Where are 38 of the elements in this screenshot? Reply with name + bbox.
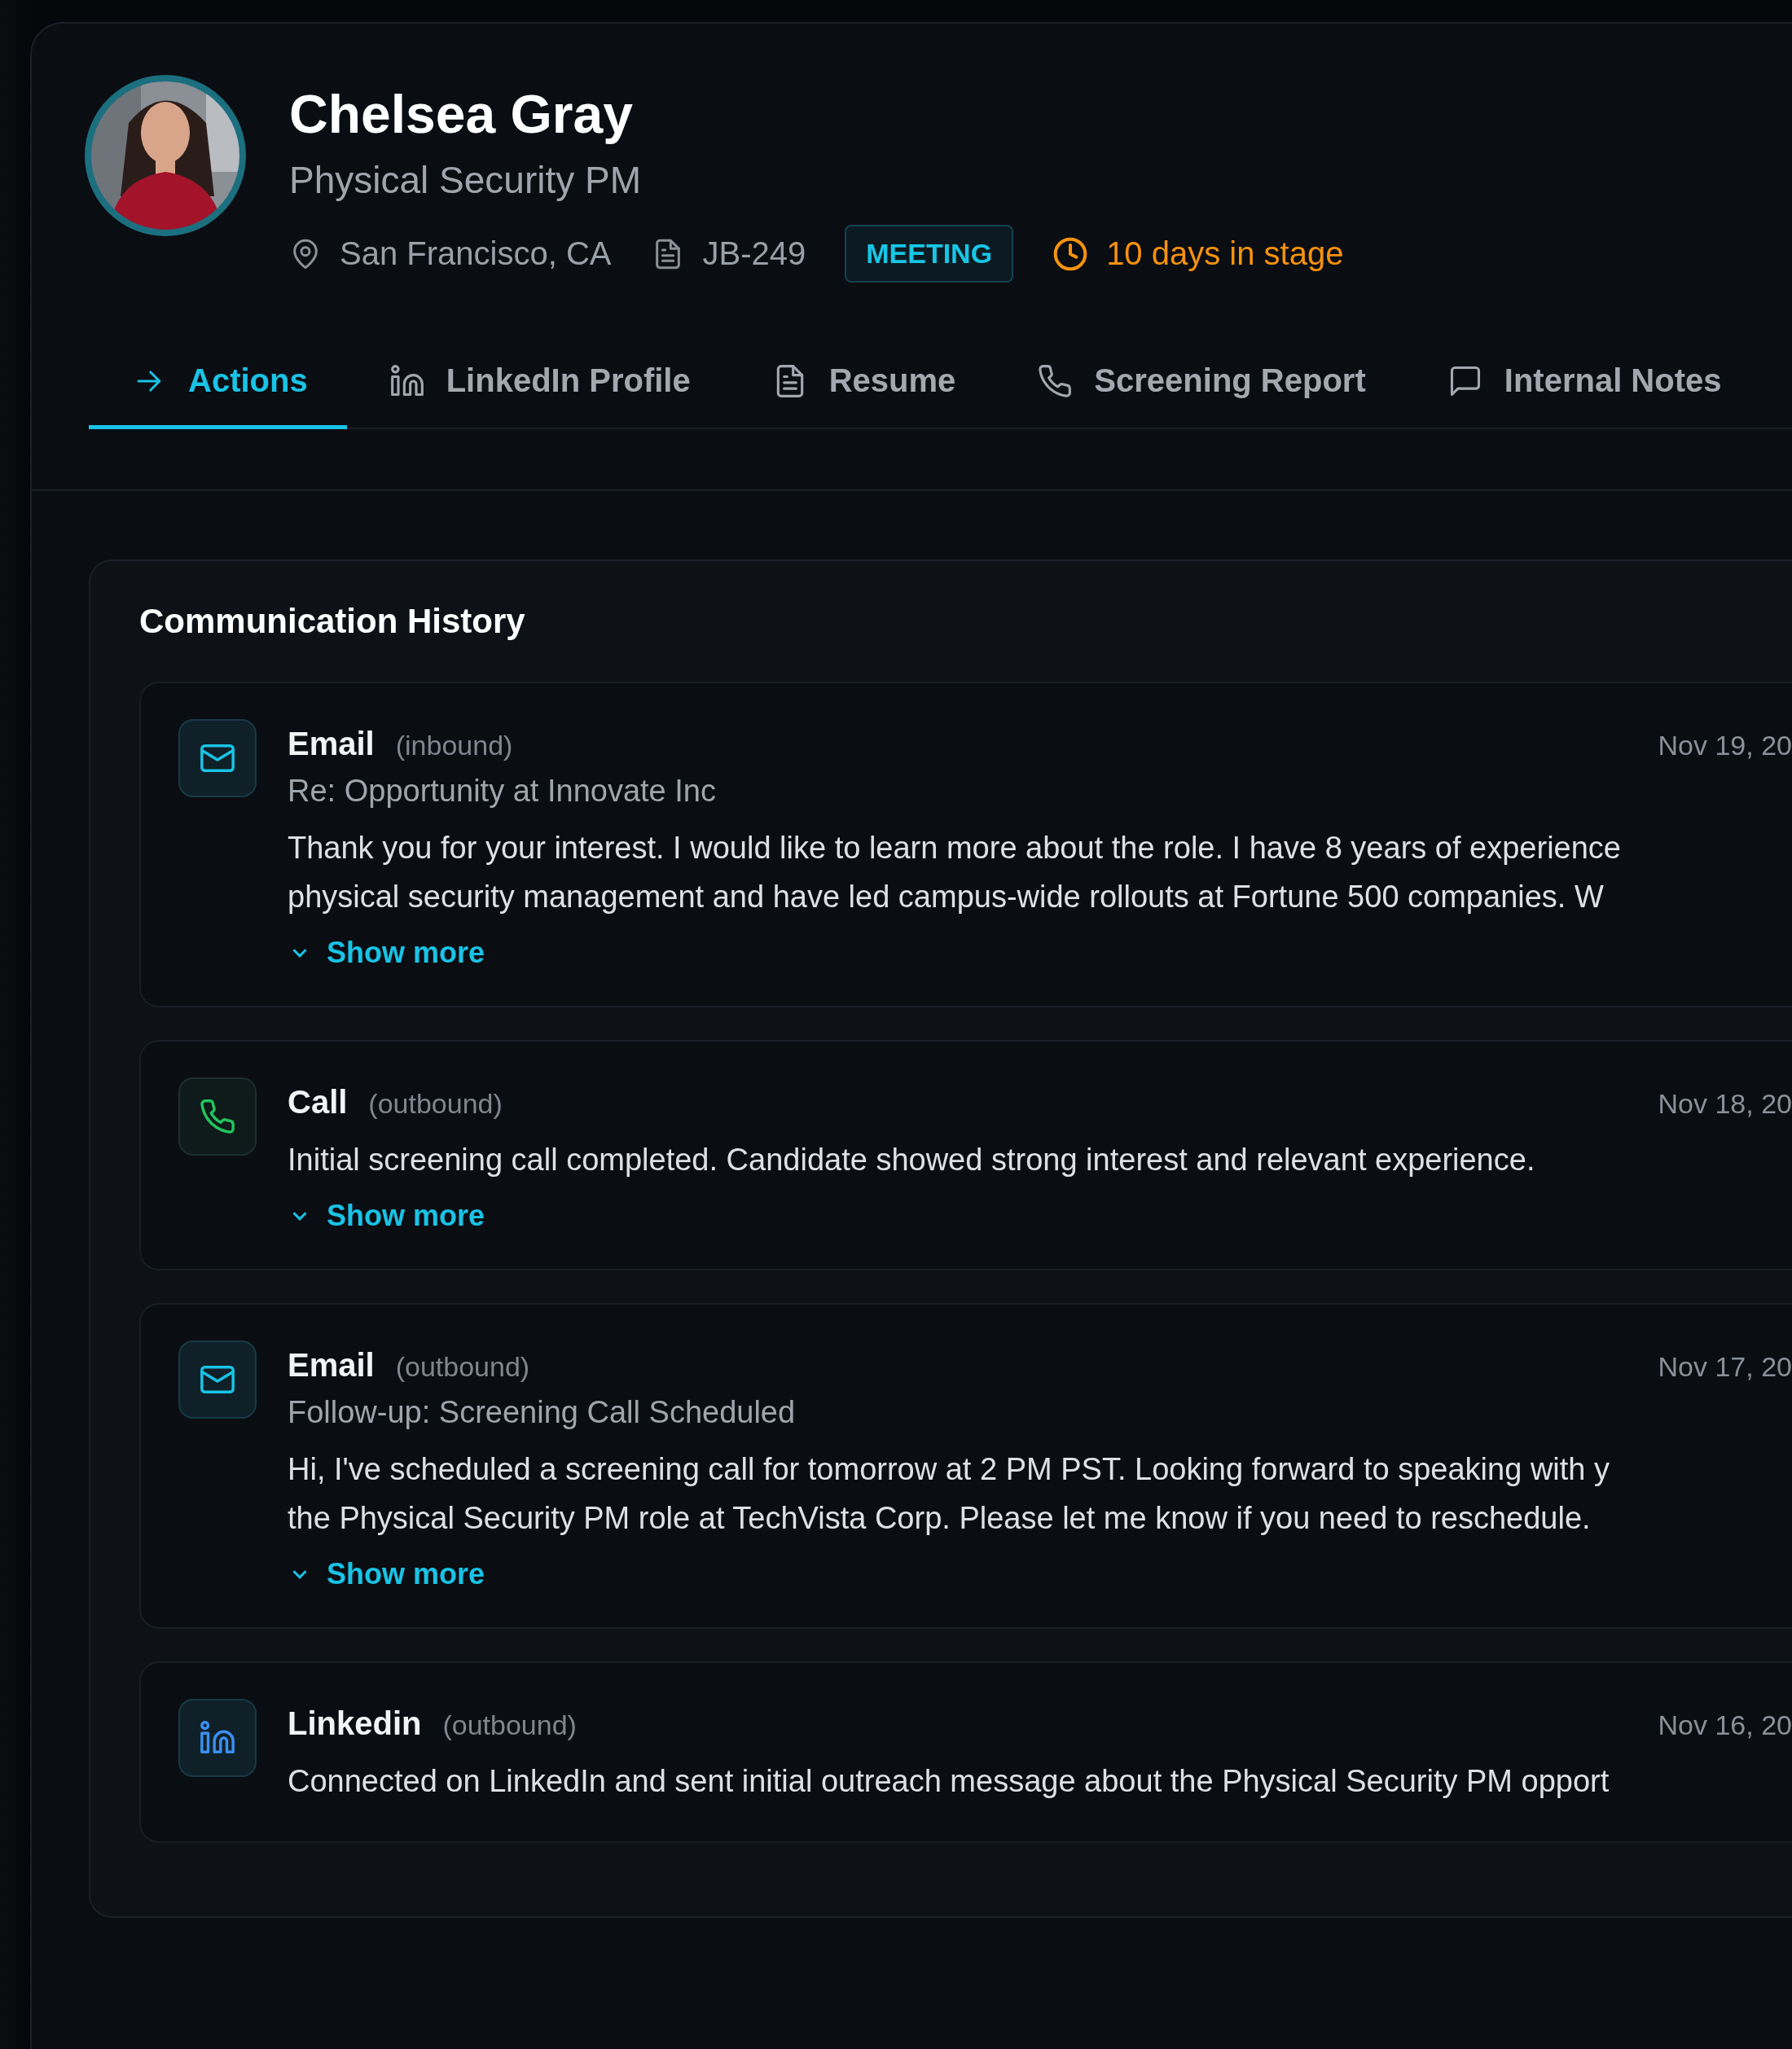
days-in-stage: 10 days in stage [1106, 235, 1344, 273]
message-text: Thank you for your interest. I would like to learn more about the role. I have 8 years of experience [288, 830, 1622, 867]
subject: Follow-up: Screening Call Scheduled [288, 1395, 797, 1431]
tab[interactable]: LinkedIn Profile [346, 338, 730, 430]
channel-type: Call [288, 1084, 348, 1121]
stage-badge: MEETING [845, 225, 1014, 283]
show-more-link[interactable]: Show more [288, 936, 485, 971]
direction: (outbound) [442, 1709, 577, 1742]
message-text: Initial screening call completed. Candidate showed strong interest and relevant experience. [288, 1142, 1536, 1179]
message-text: Hi, I've scheduled a screening call for tomorrow at 2 PM PST. Looking forward to speaking with y [288, 1451, 1610, 1489]
date: Nov 18, 20 [1658, 1088, 1792, 1121]
candidate-name: Chelsea Gray [289, 83, 634, 146]
channel-type: Email [288, 726, 375, 763]
job-title: Physical Security PM [289, 158, 642, 203]
clock-icon [1052, 235, 1089, 272]
tab[interactable]: Actions [89, 338, 347, 430]
channel-type: Linkedin [288, 1705, 422, 1743]
job-id: JB-249 [702, 235, 806, 273]
tab[interactable]: Screening Report [995, 338, 1405, 430]
show-more-link[interactable]: Show more [288, 1557, 485, 1592]
tab[interactable]: Resume [729, 338, 995, 430]
section-title: Communication History [139, 602, 526, 642]
message-text: the Physical Security PM role at TechVista Corp. Please let me know if you need to reschedule. [288, 1500, 1592, 1538]
location: San Francisco, CA [340, 235, 612, 273]
show-more-link[interactable]: Show more [288, 1199, 485, 1234]
tab[interactable]: Internal Notes [1404, 338, 1761, 430]
date: Nov 16, 20 [1658, 1709, 1792, 1742]
message-text: physical security management and have led campus-wide rollouts at Fortune 500 companies. W [288, 879, 1605, 916]
date: Nov 17, 20 [1658, 1351, 1792, 1384]
phone-icon [199, 1098, 236, 1136]
direction: (outbound) [368, 1088, 503, 1121]
channel-type: Email [288, 1347, 375, 1384]
direction: (inbound) [395, 730, 513, 762]
direction: (outbound) [395, 1351, 530, 1384]
message-text: Connected on LinkedIn and sent initial outreach message about the Physical Security PM opport [288, 1763, 1610, 1801]
date: Nov 19, 20 [1658, 730, 1792, 762]
phone-icon [1037, 362, 1074, 399]
subject: Re: Opportunity at Innovate Inc [288, 774, 717, 810]
